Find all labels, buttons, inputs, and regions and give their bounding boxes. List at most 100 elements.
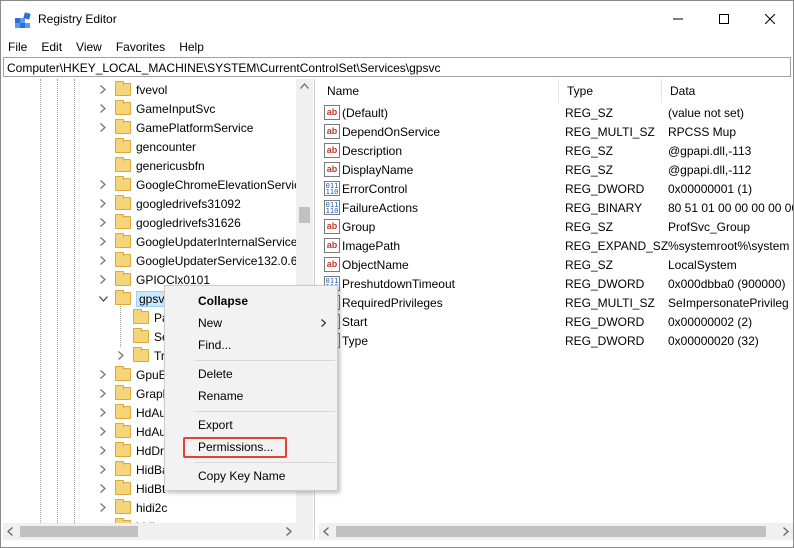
chevron-right-icon[interactable]	[97, 502, 109, 514]
maximize-button[interactable]	[701, 1, 747, 37]
chevron-right-icon[interactable]	[97, 179, 109, 191]
tree-item[interactable]: GoogleChromeElevationService	[97, 175, 307, 194]
value-row[interactable]: ab ImagePath REG_EXPAND_SZ %systemroot%\sys…	[319, 236, 793, 255]
tree-item[interactable]: GameInputSvc	[97, 99, 215, 118]
tree-item[interactable]: googledrivefs31092	[97, 194, 241, 213]
chevron-right-icon[interactable]	[97, 426, 109, 438]
value-row[interactable]: abRequiredPrivilegesREG_MULTI_SZSeImpers…	[319, 293, 793, 312]
value-row[interactable]: 011110PreshutdownTimeoutREG_DWORD0x000db…	[319, 274, 793, 293]
chevron-right-icon[interactable]	[115, 350, 127, 362]
menu-edit[interactable]: Edit	[34, 37, 69, 57]
context-menu-rename[interactable]: Rename	[166, 385, 336, 407]
chevron-right-icon[interactable]	[97, 445, 109, 457]
tree-item[interactable]: GoogleUpdaterService132.0.683	[97, 251, 311, 270]
chevron-right-icon[interactable]	[97, 407, 109, 419]
scroll-left-icon	[7, 527, 13, 536]
value-name: ImagePath	[342, 239, 401, 253]
tree-item[interactable]: HidBt	[97, 479, 165, 498]
tree-item[interactable]: GpuEn	[97, 365, 173, 384]
context-menu-collapse[interactable]: Collapse	[166, 290, 336, 312]
value-row[interactable]: ab Description REG_SZ @gpapi.dll,-113	[319, 141, 793, 160]
tree-item[interactable]: HdAu	[97, 422, 166, 441]
address-bar[interactable]: Computer\HKEY_LOCAL_MACHINE\SYSTEM\Curre…	[3, 57, 791, 77]
context-menu-delete[interactable]: Delete	[166, 363, 336, 385]
column-header-data[interactable]: Data	[662, 79, 793, 103]
tree-item[interactable]: HdAu	[97, 403, 166, 422]
context-menu-find[interactable]: Find...	[166, 334, 336, 356]
chevron-right-icon[interactable]	[97, 217, 109, 229]
column-header-type[interactable]: Type	[559, 79, 662, 103]
tree-item[interactable]: HidBa	[97, 460, 169, 479]
scroll-right-icon	[783, 527, 789, 536]
tree-item[interactable]: GamePlatformService	[97, 118, 253, 137]
context-menu-copy-key-name[interactable]: Copy Key Name	[166, 465, 336, 487]
folder-icon	[115, 290, 131, 305]
value-row[interactable]: ab DependOnService REG_MULTI_SZ RPCSS Mup	[319, 122, 793, 141]
tree-horizontal-scrollbar[interactable]	[3, 523, 296, 540]
menu-view[interactable]: View	[69, 37, 109, 57]
chevron-down-icon[interactable]	[97, 293, 109, 305]
value-row[interactable]: 011 110 ErrorControl REG_DWORD 0x00000001 (1…	[319, 179, 793, 198]
chevron-right-icon[interactable]	[97, 274, 109, 286]
folder-icon	[115, 176, 131, 191]
string-value-icon: ab	[324, 105, 340, 120]
chevron-right-icon[interactable]	[97, 369, 109, 381]
tree-item[interactable]: gencounter	[97, 137, 196, 156]
value-row[interactable]: 011110TypeREG_DWORD0x00000020 (32)	[319, 331, 793, 350]
value-type: REG_DWORD	[565, 315, 645, 329]
value-type: REG_SZ	[565, 220, 614, 234]
tree-guide-line	[57, 79, 58, 523]
value-data: (value not set)	[668, 106, 745, 120]
chevron-right-icon[interactable]	[97, 483, 109, 495]
tree-item-label: HidBt	[136, 481, 166, 496]
value-type: REG_SZ	[565, 163, 614, 177]
menu-favorites[interactable]: Favorites	[109, 37, 172, 57]
tree-item[interactable]: fvevol	[97, 80, 167, 99]
values-hscroll-thumb[interactable]	[336, 526, 766, 537]
tree-item[interactable]: gpsvc	[97, 289, 174, 308]
tree-scroll-thumb[interactable]	[299, 207, 310, 223]
column-header-name[interactable]: Name	[319, 79, 559, 103]
value-type: REG_SZ	[565, 258, 614, 272]
tree-item[interactable]: genericusbfn	[97, 156, 205, 175]
menu-help[interactable]: Help	[172, 37, 211, 57]
tree-hscroll-thumb[interactable]	[20, 526, 138, 537]
scroll-corner	[296, 523, 313, 540]
value-row[interactable]: 011 110 FailureActions REG_BINARY 80 51 01 0…	[319, 198, 793, 217]
chevron-right-icon[interactable]	[97, 464, 109, 476]
context-menu-export[interactable]: Export	[166, 414, 336, 436]
folder-icon	[115, 157, 131, 172]
values-horizontal-scrollbar[interactable]	[319, 523, 793, 540]
value-row[interactable]: ab Group REG_SZ ProfSvc_Group	[319, 217, 793, 236]
scroll-up-icon	[300, 83, 309, 89]
chevron-right-icon[interactable]	[97, 236, 109, 248]
tree-item-label: genericusbfn	[136, 158, 205, 173]
value-row[interactable]: ab DisplayName REG_SZ @gpapi.dll,-112	[319, 160, 793, 179]
chevron-right-icon[interactable]	[97, 103, 109, 115]
value-name: ObjectName	[342, 258, 409, 272]
folder-icon	[115, 366, 131, 381]
chevron-right-icon[interactable]	[97, 84, 109, 96]
value-row[interactable]: ab ObjectName REG_SZ LocalSystem	[319, 255, 793, 274]
value-row[interactable]: 011110StartREG_DWORD0x00000002 (2)	[319, 312, 793, 331]
menu-file[interactable]: File	[1, 37, 34, 57]
value-name: Type	[342, 334, 369, 348]
tree-item[interactable]: googledrivefs31626	[97, 213, 241, 232]
context-menu-new[interactable]: New	[166, 312, 336, 334]
tree-item-label: gencounter	[136, 139, 197, 154]
chevron-right-icon[interactable]	[97, 122, 109, 134]
chevron-right-icon[interactable]	[97, 198, 109, 210]
tree-item[interactable]: GoogleUpdaterInternalService1	[97, 232, 304, 251]
chevron-right-icon[interactable]	[97, 388, 109, 400]
close-button[interactable]	[747, 1, 793, 37]
chevron-right-icon[interactable]	[97, 255, 109, 267]
tree-item[interactable]: Graph	[97, 384, 169, 403]
tree-item[interactable]: hidi2c	[97, 498, 167, 517]
folder-icon	[133, 328, 149, 343]
context-menu: Collapse New Find... Delete Rename Expor…	[164, 285, 338, 491]
value-row[interactable]: ab (Default) REG_SZ (value not set)	[319, 103, 793, 122]
value-type: REG_DWORD	[565, 277, 645, 291]
minimize-button[interactable]	[655, 1, 701, 37]
tree-item[interactable]: HdDrv	[97, 441, 170, 460]
